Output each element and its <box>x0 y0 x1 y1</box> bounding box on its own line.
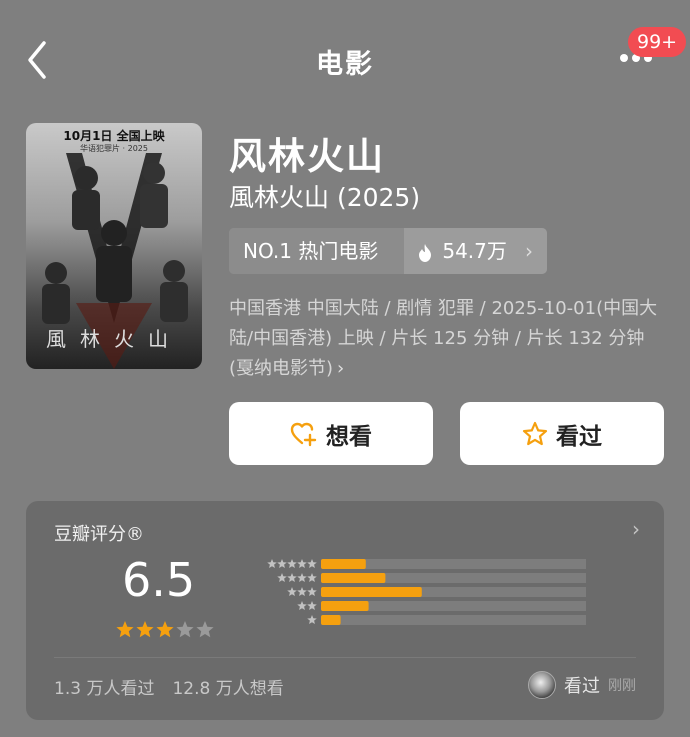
dist-bar-2-star <box>321 601 369 611</box>
dist-star-label <box>267 559 277 569</box>
dist-star-label <box>307 587 317 597</box>
poster-title-text: 風林火山 <box>46 327 182 351</box>
dist-bar-track <box>321 615 586 625</box>
dist-bar-4-star <box>321 573 386 583</box>
dist-star-label <box>287 587 297 597</box>
dist-star-label <box>297 559 307 569</box>
notification-badge: 99+ <box>628 27 687 57</box>
page-title: 电影 <box>316 49 374 80</box>
dist-star-label <box>287 559 297 569</box>
rating-title: 豆瓣评分® <box>54 524 144 545</box>
dist-star-label <box>307 601 317 611</box>
dist-star-label <box>277 573 287 583</box>
movie-original-title: 風林火山 (2025) <box>229 183 421 212</box>
dist-star-label <box>307 573 317 583</box>
dist-star-label <box>297 587 307 597</box>
rating-score: 6.5 <box>122 553 196 607</box>
friend-time: 刚刚 <box>608 678 636 694</box>
dist-bar-5-star <box>321 559 366 569</box>
watch-stats: 1.3 万人看过 12.8 万人想看 <box>54 674 284 699</box>
dist-star-label <box>297 573 307 583</box>
heat-button[interactable]: 54.7万 › <box>404 228 547 274</box>
heart-plus-icon <box>290 422 317 446</box>
dist-bar-3-star <box>321 587 422 597</box>
movie-poster[interactable]: 10月1日 全国上映 华语犯罪片 · 2025 風林火山 <box>26 123 202 369</box>
dist-star-label <box>287 573 297 583</box>
want-label: 想看 <box>326 423 372 450</box>
chevron-right-icon[interactable]: › <box>632 517 640 541</box>
dist-bar-1-star <box>321 615 341 625</box>
star-icon <box>522 421 548 445</box>
dist-star-label <box>277 559 287 569</box>
rating-star-2 <box>136 621 154 638</box>
rating-stars <box>116 621 214 638</box>
poster-release-text: 10月1日 全国上映 <box>63 129 165 143</box>
watched-button[interactable]: 看过 <box>460 402 664 465</box>
rating-star-1 <box>116 621 134 638</box>
want-count: 12.8 万人想看 <box>172 679 284 699</box>
dist-star-label <box>297 601 307 611</box>
rank-label-text: NO.1 热门电影 <box>243 239 379 263</box>
movie-info-text: 中国香港 中国大陆 / 剧情 犯罪 / 2025-10-01(中国大陆/中国香港… <box>229 298 658 379</box>
seen-count: 1.3 万人看过 <box>54 679 155 699</box>
rank-label[interactable]: NO.1 热门电影 <box>229 228 404 274</box>
chevron-right-icon: › <box>337 358 345 379</box>
rating-star-3 <box>156 621 174 638</box>
nav-bar: 电影 99+ <box>0 0 690 120</box>
movie-title: 风林火山 <box>229 135 385 178</box>
rating-card[interactable]: 豆瓣评分® › 6.5 1.3 万人看过 12.8 万人想看 看过 刚刚 <box>26 501 664 720</box>
seen-label: 看过 <box>556 423 602 450</box>
dist-star-label <box>307 559 317 569</box>
rating-star-5 <box>196 621 214 638</box>
friend-activity[interactable]: 看过 刚刚 <box>528 671 636 699</box>
heat-value: 54.7万 <box>442 239 507 263</box>
rating-distribution <box>267 559 586 625</box>
chevron-right-icon: › <box>525 239 533 263</box>
movie-info[interactable]: 中国香港 中国大陆 / 剧情 犯罪 / 2025-10-01(中国大陆/中国香港… <box>229 294 669 384</box>
poster-sub-text: 华语犯罪片 · 2025 <box>80 144 148 153</box>
dist-star-label <box>307 615 317 625</box>
rating-star-4 <box>176 621 194 638</box>
want-to-watch-button[interactable]: 想看 <box>229 402 433 465</box>
friend-action: 看过 <box>564 676 600 697</box>
avatar <box>528 671 556 699</box>
divider <box>54 657 636 658</box>
rank-chip: NO.1 热门电影 54.7万 › <box>229 228 547 274</box>
fire-icon <box>419 243 431 262</box>
